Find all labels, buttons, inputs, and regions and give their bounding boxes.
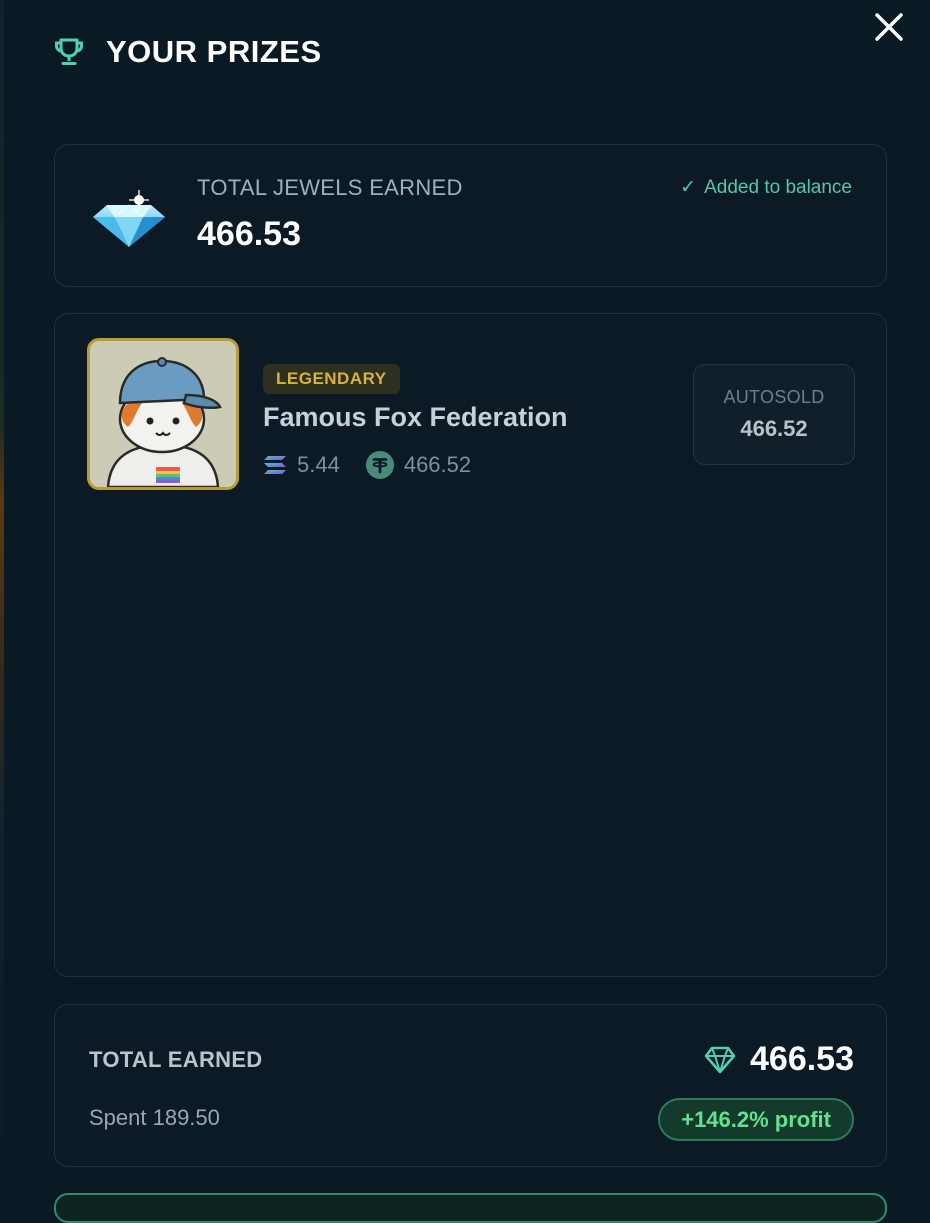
trophy-icon: [55, 38, 83, 65]
fox-avatar: [90, 341, 236, 487]
spent-text: Spent 189.50: [89, 1105, 220, 1130]
jewels-label: TOTAL JEWELS EARNED: [197, 175, 463, 200]
total-earned-label: TOTAL EARNED: [89, 1047, 263, 1072]
autosold-label: AUTOSOLD: [723, 387, 825, 407]
rarity-badge: LEGENDARY: [263, 364, 400, 394]
price-row: 5.44 466.52: [263, 451, 471, 479]
page-title: YOUR PRIZES: [106, 34, 322, 69]
jewels-earned-card: TOTAL JEWELS EARNED 466.53 ✓ Added to ba…: [54, 144, 887, 287]
total-earned-value: 466.53: [750, 1040, 854, 1078]
autosold-box: AUTOSOLD 466.52: [693, 364, 855, 465]
nft-name: Famous Fox Federation: [263, 402, 568, 432]
background-edge: [0, 0, 4, 1200]
check-icon: ✓: [680, 177, 697, 198]
next-card-edge: [54, 1193, 887, 1223]
prize-card: LEGENDARY Famous Fox Federation 5.44 466…: [54, 313, 887, 977]
diamond-icon: [704, 1046, 736, 1073]
nft-image[interactable]: [87, 338, 239, 490]
sol-price: 5.44: [297, 452, 340, 477]
usdt-price: 466.52: [403, 452, 472, 477]
total-earned-value-row: 466.53: [704, 1040, 854, 1079]
close-icon[interactable]: [872, 10, 906, 44]
solana-icon: [264, 456, 286, 474]
tether-icon: [365, 451, 394, 479]
diamond-icon: [93, 190, 165, 247]
added-to-balance-text: Added to balance: [704, 176, 852, 198]
autosold-value: 466.52: [740, 416, 808, 441]
added-to-balance-status: ✓ Added to balance: [680, 176, 852, 199]
profit-badge: +146.2% profit: [658, 1098, 854, 1141]
jewels-value: 466.53: [197, 215, 301, 253]
modal-header: YOUR PRIZES: [52, 32, 322, 72]
total-earned-card: TOTAL EARNED Spent 189.50 466.53 +146.2%…: [54, 1004, 887, 1167]
